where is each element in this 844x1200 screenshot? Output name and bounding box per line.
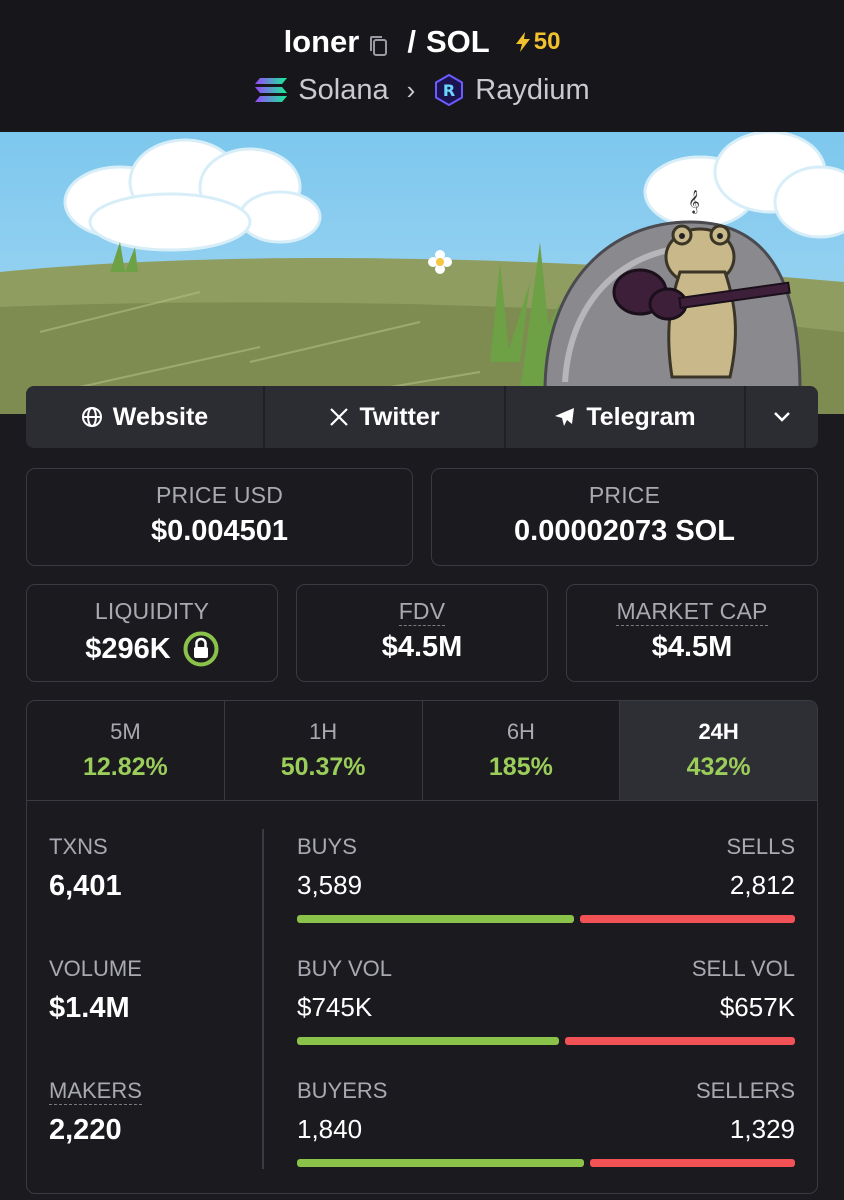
website-button[interactable]: Website xyxy=(26,386,265,448)
sells-value: 2,812 xyxy=(729,870,795,900)
sell-bar xyxy=(580,915,795,923)
price-native-value: 0.00002073 SOL xyxy=(514,515,735,547)
solana-logo xyxy=(255,78,288,102)
tab-5m[interactable]: 5M 12.82% xyxy=(27,701,225,800)
fdv-label[interactable]: FDV xyxy=(398,598,446,626)
tab-1h[interactable]: 1H 50.37% xyxy=(225,701,423,800)
volume-stat: VOLUME $1.4M xyxy=(49,956,142,1025)
sell-vol-value: $657K xyxy=(719,992,795,1022)
traders-bar xyxy=(297,1159,795,1167)
volume-bar xyxy=(297,1037,795,1045)
tab-label: 1H xyxy=(309,719,338,744)
price-usd-box: PRICE USD $0.004501 xyxy=(26,468,413,566)
tab-label: 6H xyxy=(506,719,535,744)
svg-text:𝄞: 𝄞 xyxy=(688,189,700,214)
divider xyxy=(262,829,264,1169)
sellers-label: SELLERS xyxy=(695,1078,795,1103)
timeframe-tabs: 5M 12.82% 1H 50.37% 6H 185% 24H 432% xyxy=(27,701,817,801)
bolt-icon xyxy=(515,32,530,52)
website-label: Website xyxy=(112,402,209,431)
buys-sells-stat: BUYS SELLS 3,589 2,812 xyxy=(297,834,795,923)
market-cap-label[interactable]: MARKET CAP xyxy=(616,598,768,626)
x-logo-icon xyxy=(330,408,349,426)
social-links-bar: Website Twitter Telegram xyxy=(26,386,818,448)
lock-icon[interactable] xyxy=(183,631,219,667)
makers-value: 2,220 xyxy=(49,1114,122,1146)
boost-badge[interactable]: 50 xyxy=(514,28,561,56)
buy-vol-bar xyxy=(297,1037,559,1045)
more-links-button[interactable] xyxy=(746,386,818,448)
market-cap-value: $4.5M xyxy=(651,631,733,663)
txns-value: 6,401 xyxy=(49,870,122,902)
txns-stat: TXNS 6,401 xyxy=(49,834,122,903)
tab-24h[interactable]: 24H 432% xyxy=(620,701,817,800)
svg-text:R: R xyxy=(443,81,455,100)
token-banner: 𝄞 xyxy=(0,132,844,414)
sell-vol-bar xyxy=(565,1037,795,1045)
pair-separator: / xyxy=(407,24,416,59)
volume-label: VOLUME xyxy=(49,956,142,981)
buyers-bar xyxy=(297,1159,584,1167)
raydium-logo: R xyxy=(435,74,464,106)
telegram-button[interactable]: Telegram xyxy=(506,386,746,448)
stats-panel: 5M 12.82% 1H 50.37% 6H 185% 24H 432% TXN… xyxy=(26,700,818,1194)
pair-header: loner / SOL 50 Solana › R Raydium xyxy=(0,0,844,132)
telegram-label: Telegram xyxy=(586,402,696,431)
makers-label[interactable]: MAKERS xyxy=(49,1078,142,1105)
globe-icon xyxy=(81,407,102,427)
chain-name[interactable]: Solana xyxy=(298,74,388,107)
buys-value: 3,589 xyxy=(297,870,363,900)
sell-vol-label: SELL VOL xyxy=(691,956,795,981)
liquidity-label: LIQUIDITY xyxy=(94,598,210,624)
breadcrumb: Solana › R Raydium xyxy=(0,68,844,112)
buy-vol-label: BUY VOL xyxy=(297,956,392,981)
token-name: loner xyxy=(283,24,360,59)
market-cap-box: MARKET CAP $4.5M xyxy=(566,584,818,682)
sellers-value: 1,329 xyxy=(729,1114,795,1144)
buys-label: BUYS xyxy=(297,834,357,859)
makers-stat: MAKERS 2,220 xyxy=(49,1078,142,1147)
tab-6h[interactable]: 6H 185% xyxy=(423,701,621,800)
buy-vol-value: $745K xyxy=(297,992,373,1022)
tab-change: 432% xyxy=(686,753,751,781)
liquidity-value: $296K xyxy=(85,632,171,665)
buy-bar xyxy=(297,915,574,923)
buyers-label: BUYERS xyxy=(297,1078,388,1103)
sells-label: SELLS xyxy=(726,834,796,859)
tab-label: 5M xyxy=(110,719,141,744)
buys-sells-bar xyxy=(297,915,795,923)
liquidity-box: LIQUIDITY $296K xyxy=(26,584,278,682)
tab-label: 24H xyxy=(698,719,739,744)
chevron-right-icon: › xyxy=(406,74,416,105)
twitter-button[interactable]: Twitter xyxy=(265,386,506,448)
tab-change: 50.37% xyxy=(280,753,366,781)
price-native-label: PRICE xyxy=(588,482,661,508)
buyers-value: 1,840 xyxy=(297,1114,363,1144)
fdv-value: $4.5M xyxy=(381,631,463,663)
twitter-label: Twitter xyxy=(359,402,440,431)
chevron-down-icon xyxy=(774,412,790,422)
sellers-bar xyxy=(590,1159,795,1167)
quote-token: SOL xyxy=(425,24,490,59)
traders-stat: BUYERS SELLERS 1,840 1,329 xyxy=(297,1078,795,1167)
pair-title: loner / SOL 50 xyxy=(0,20,844,64)
dex-name[interactable]: Raydium xyxy=(475,74,589,107)
txns-label: TXNS xyxy=(49,834,108,859)
price-usd-value: $0.004501 xyxy=(150,515,289,547)
tab-change: 12.82% xyxy=(82,753,168,781)
telegram-icon xyxy=(555,408,575,426)
volume-value: $1.4M xyxy=(49,992,130,1024)
tab-change: 185% xyxy=(488,753,553,781)
boost-count: 50 xyxy=(533,28,561,55)
fdv-box: FDV $4.5M xyxy=(296,584,548,682)
price-native-box: PRICE 0.00002073 SOL xyxy=(431,468,818,566)
volume-split-stat: BUY VOL SELL VOL $745K $657K xyxy=(297,956,795,1045)
copy-icon[interactable] xyxy=(367,30,391,56)
price-usd-label: PRICE USD xyxy=(155,482,284,508)
